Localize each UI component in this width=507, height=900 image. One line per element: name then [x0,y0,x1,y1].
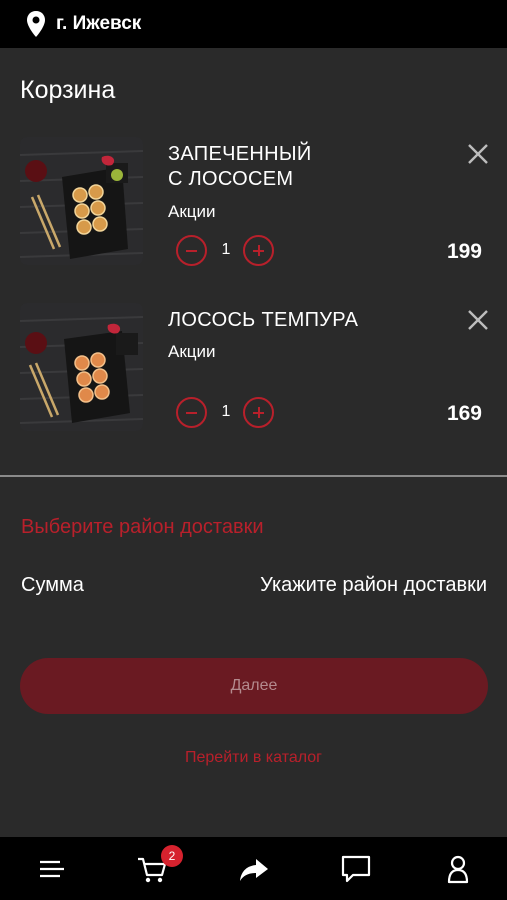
item-price: 199 [446,240,482,263]
menu-icon[interactable] [36,853,68,885]
divider [0,475,507,477]
cart-count-badge: 2 [161,845,183,867]
increase-quantity-button[interactable] [243,397,274,428]
city-name: г. Ижевск [56,13,142,34]
page-title: Корзина [20,76,116,104]
cart-item: ЗАПЕЧЕННЫЙ С ЛОСОСЕМ Акции 1 199 [0,137,507,267]
product-image [20,137,143,265]
minus-icon [186,249,197,252]
quantity-stepper: 1 [176,235,276,267]
item-category: Акции [168,202,216,221]
choose-delivery-district-link[interactable]: Выберите район доставки [21,516,264,539]
chat-icon[interactable] [340,853,372,885]
location-pin-icon [27,11,45,37]
close-icon [468,310,488,330]
decrease-quantity-button[interactable] [176,397,207,428]
next-button[interactable]: Далее [20,658,488,714]
remove-item-button[interactable] [466,308,490,332]
share-icon[interactable] [238,853,270,885]
go-to-catalog-link[interactable]: Перейти в каталог [0,749,507,767]
sum-label: Сумма [21,574,84,596]
remove-item-button[interactable] [466,142,490,166]
bottom-navigation [0,837,507,900]
quantity-stepper: 1 [176,397,276,429]
decrease-quantity-button[interactable] [176,235,207,266]
cart-item: ЛОСОСЬ ТЕМПУРА Акции 1 169 [0,303,507,433]
quantity-value: 1 [221,403,231,420]
location-bar[interactable]: г. Ижевск [0,0,507,48]
product-image [20,303,143,431]
item-name: ЗАПЕЧЕННЫЙ С ЛОСОСЕМ [168,143,312,190]
item-name: ЛОСОСЬ ТЕМПУРА [168,309,359,331]
profile-icon[interactable] [442,853,474,885]
quantity-value: 1 [221,241,231,258]
close-icon [468,144,488,164]
minus-icon [186,411,197,414]
increase-quantity-button[interactable] [243,235,274,266]
item-category: Акции [168,342,216,361]
item-price: 169 [446,402,482,425]
sum-value: Укажите район доставки [260,574,487,596]
